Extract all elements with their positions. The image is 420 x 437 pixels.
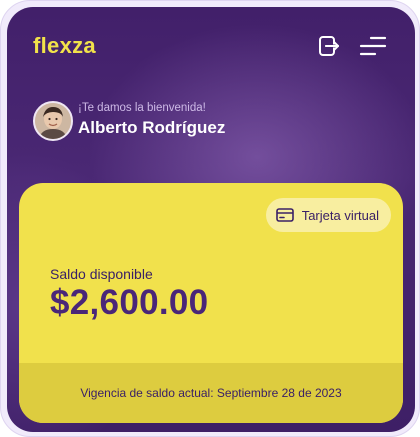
virtual-card-button[interactable]: Tarjeta virtual xyxy=(265,198,391,232)
balance-label: Saldo disponible xyxy=(50,266,153,282)
virtual-card-label: Tarjeta virtual xyxy=(301,207,379,223)
balance-card: Tarjeta virtual Saldo disponible $2,600.… xyxy=(19,183,403,423)
user-name: Alberto Rodríguez xyxy=(78,118,226,137)
logout-button[interactable] xyxy=(317,34,341,58)
app-screen: flexza ¡Te damos la bienvenida! Alberto … xyxy=(7,7,415,432)
logout-icon xyxy=(319,36,339,56)
credit-card-icon xyxy=(275,208,294,222)
user-photo-icon xyxy=(35,103,71,139)
menu-button[interactable] xyxy=(359,34,387,58)
phone-frame: flexza ¡Te damos la bienvenida! Alberto … xyxy=(0,0,420,437)
brand-logo: flexza xyxy=(33,33,96,58)
balance-amount: $2,600.00 xyxy=(50,283,209,322)
validity-footer: Vigencia de saldo actual: Septiembre 28 … xyxy=(19,363,403,423)
avatar[interactable] xyxy=(33,101,73,141)
welcome-text: ¡Te damos la bienvenida! xyxy=(78,102,206,114)
menu-icon xyxy=(359,36,387,56)
validity-text: Vigencia de saldo actual: Septiembre 28 … xyxy=(80,386,342,400)
